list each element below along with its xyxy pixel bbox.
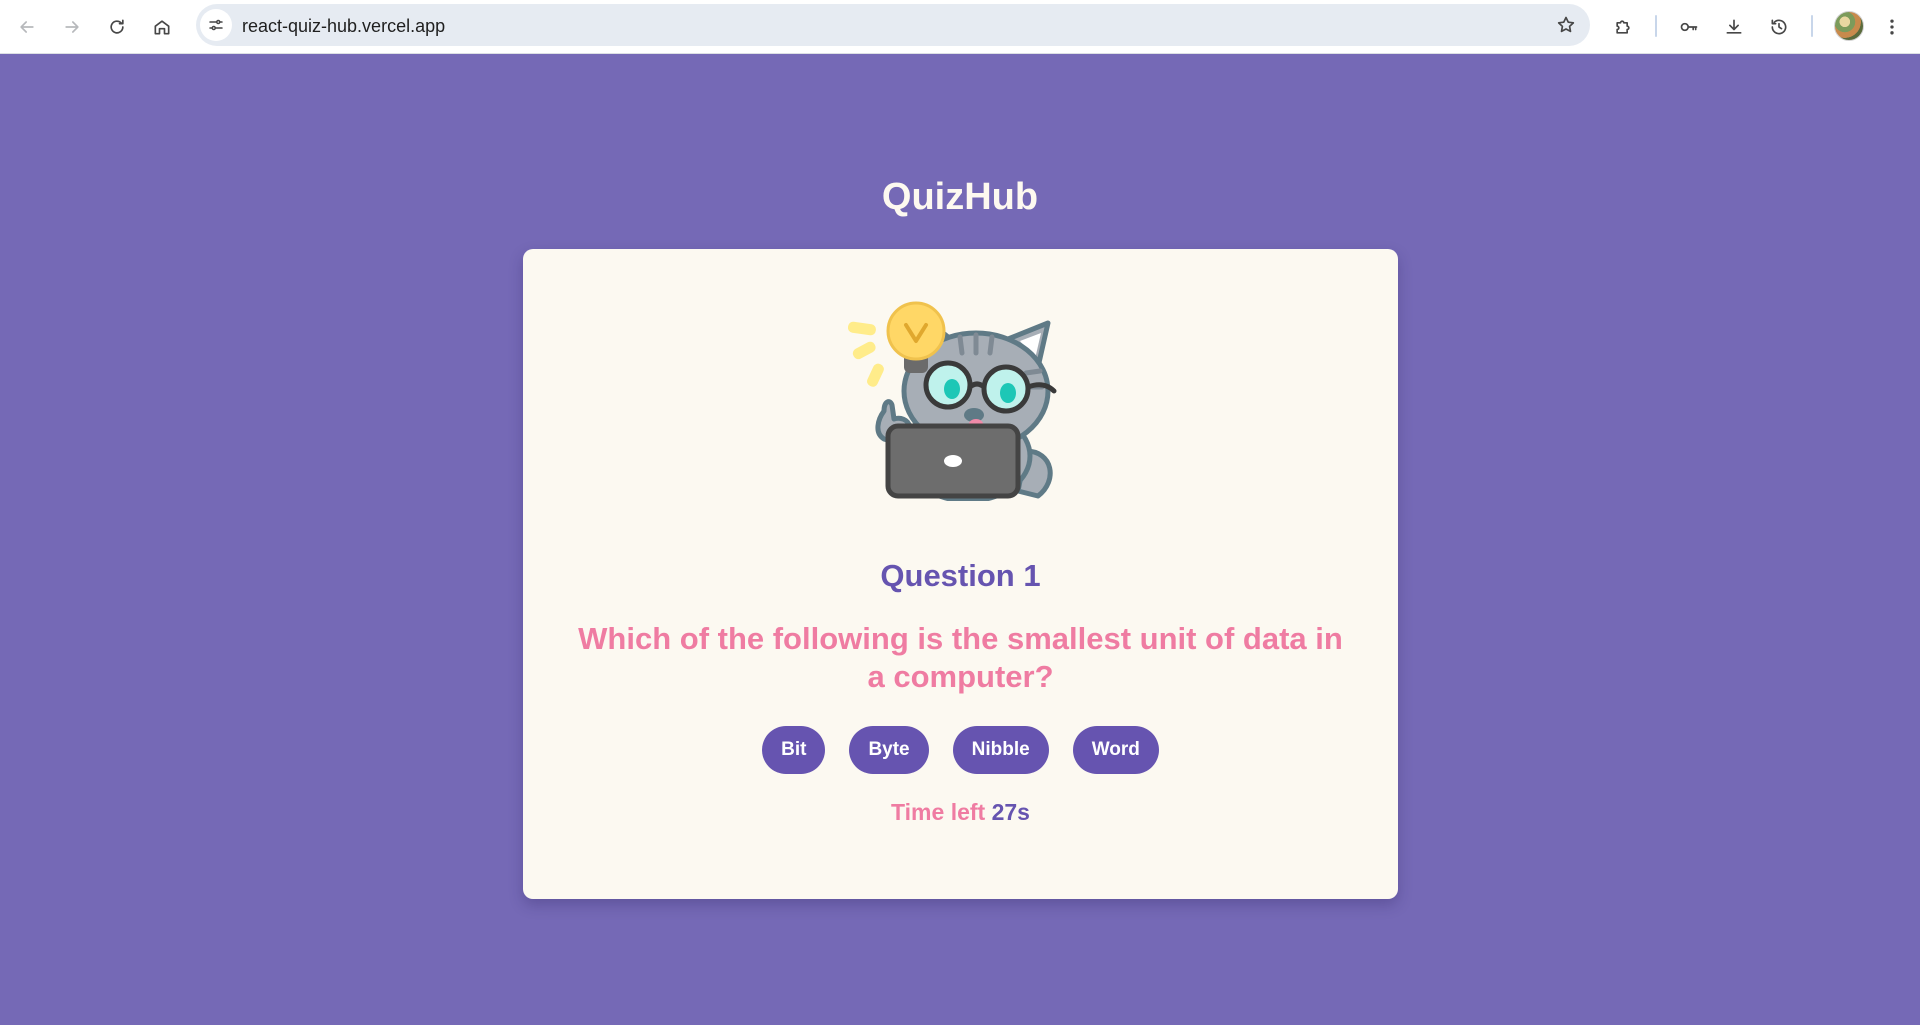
browser-toolbar: react-quiz-hub.vercel.app: [0, 0, 1920, 54]
cat-mascot-illustration: [848, 301, 1057, 501]
timer: Time left 27s: [523, 798, 1398, 826]
timer-label: Time left: [891, 799, 986, 825]
arrow-left-icon: [20, 21, 34, 33]
browser-menu-button[interactable]: [1874, 9, 1910, 45]
page-background: QuizHub Question 1 Which of the followin…: [0, 54, 1920, 1025]
arrow-right-icon: [65, 21, 79, 33]
address-bar[interactable]: react-quiz-hub.vercel.app: [196, 4, 1590, 46]
answer-button-nibble[interactable]: Nibble: [952, 726, 1049, 774]
answer-button-bit[interactable]: Bit: [762, 726, 826, 774]
key-icon: [1680, 22, 1698, 32]
extensions-button[interactable]: [1605, 9, 1641, 45]
toolbar-separator: [1811, 15, 1813, 37]
avatar[interactable]: [1834, 11, 1864, 41]
reload-button[interactable]: [99, 9, 135, 45]
home-icon: [154, 20, 170, 35]
timer-value: 27s: [991, 799, 1030, 825]
puzzle-icon: [1616, 20, 1630, 34]
home-button[interactable]: [144, 9, 180, 45]
forward-button[interactable]: [54, 9, 90, 45]
url-text[interactable]: react-quiz-hub.vercel.app: [242, 16, 445, 36]
toolbar-separator: [1655, 15, 1657, 37]
quiz-card: Question 1 Which of the following is the…: [523, 249, 1398, 899]
history-icon: [1771, 19, 1787, 35]
history-button[interactable]: [1761, 9, 1797, 45]
answer-options: Bit Byte Nibble Word: [523, 726, 1398, 774]
back-button[interactable]: [9, 9, 45, 45]
downloads-button[interactable]: [1716, 9, 1752, 45]
star-icon: [1557, 16, 1575, 33]
reload-icon: [110, 19, 124, 34]
question-number: Question 1: [880, 558, 1041, 593]
kebab-menu-icon: [1890, 19, 1894, 35]
answer-button-byte[interactable]: Byte: [849, 726, 929, 774]
passwords-button[interactable]: [1671, 9, 1707, 45]
bookmark-button[interactable]: [1556, 15, 1576, 40]
question-text: Which of the following is the smallest u…: [578, 621, 1343, 694]
answer-button-word[interactable]: Word: [1072, 726, 1159, 774]
download-icon: [1726, 19, 1742, 34]
app-title: QuizHub: [881, 176, 1039, 218]
site-info-button[interactable]: [200, 9, 232, 41]
tune-icon: [209, 19, 223, 31]
